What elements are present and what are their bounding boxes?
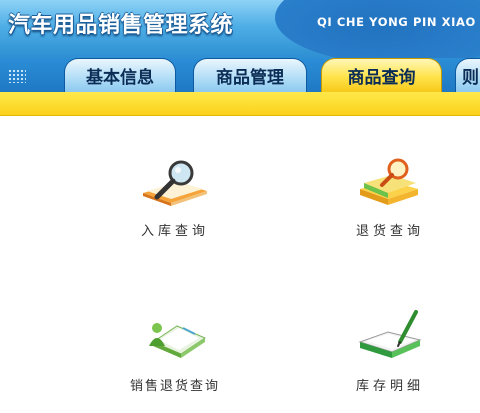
tab-finance[interactable]: 则 [455,58,480,92]
tab-basic-info[interactable]: 基本信息 [64,58,176,92]
submenu-strip [0,92,480,116]
tile-inventory-detail-label: 库存明细 [355,379,424,394]
tab-product-query[interactable]: 商品查询 [321,58,442,92]
tile-stock-in-query-label: 入库查询 [140,224,209,239]
tile-inventory-detail[interactable]: 库存明细 [320,308,460,413]
tile-return-query-label: 退货查询 [355,224,424,239]
tile-stock-in-query[interactable]: 入库查询 [105,153,245,263]
app-title: 汽车用品销售管理系统 [8,13,234,38]
tile-sales-return-query[interactable]: 销售退货查询 [105,308,245,413]
app-subtitle: QI CHE YONG PIN XIAO [317,15,476,29]
book-person-icon [149,323,207,358]
grip-dots-icon [8,69,26,83]
tab-product-management[interactable]: 商品管理 [193,58,307,92]
tile-return-query[interactable]: 退货查询 [320,153,460,263]
tab-bar: 基本信息 商品管理 商品查询 则 [0,58,480,92]
app-header: 汽车用品销售管理系统 QI CHE YONG PIN XIAO [0,0,480,58]
book-magnifier-icon [360,158,418,205]
book-pen-icon [358,310,422,358]
tile-sales-return-query-label: 销售退货查询 [129,379,220,394]
header-swoosh-decoration [275,0,480,58]
search-book-icon [143,160,207,206]
